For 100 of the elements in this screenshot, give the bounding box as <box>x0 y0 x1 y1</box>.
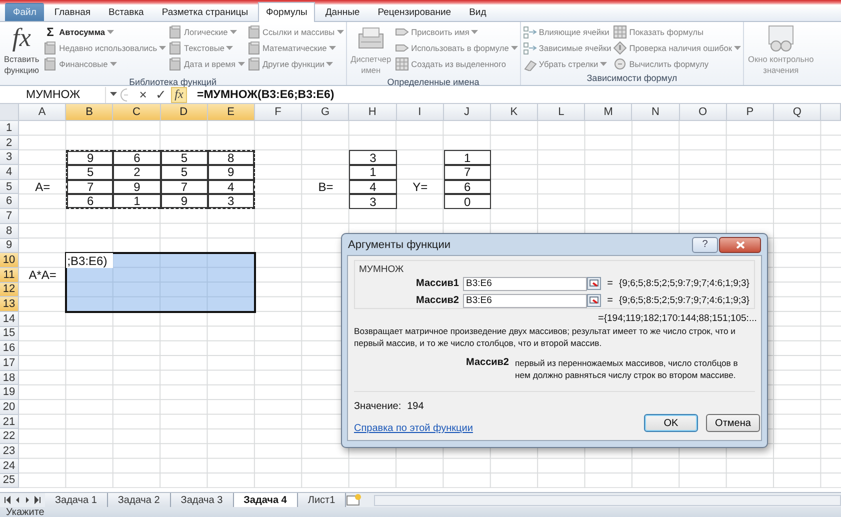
row-header[interactable]: 17 <box>0 356 19 371</box>
range-picker-icon[interactable] <box>587 277 601 290</box>
row-header[interactable]: 21 <box>0 414 19 430</box>
help-link[interactable]: Справка по этой функции <box>354 423 473 434</box>
row-header[interactable]: 12 <box>0 282 19 298</box>
last-sheet-icon[interactable] <box>34 496 41 504</box>
book-icon <box>246 57 260 71</box>
column-header[interactable]: B <box>66 104 114 121</box>
sheet-tab[interactable]: Лист1 <box>298 493 346 507</box>
insert-function-button[interactable]: fx Вставить функцию <box>2 24 42 76</box>
ribbon-tab[interactable]: Данные <box>317 3 368 21</box>
row-header[interactable]: 4 <box>0 165 19 180</box>
sheet-cell: 6 <box>66 194 114 210</box>
row-header[interactable]: 8 <box>0 224 19 238</box>
column-header[interactable]: N <box>632 104 680 121</box>
ribbon-menu-button[interactable]: Σ Автосумма <box>43 24 166 40</box>
argument-field[interactable]: B3:E6 <box>463 294 587 308</box>
equals-sign: = <box>598 312 604 324</box>
row-header[interactable]: 11 <box>0 268 19 283</box>
sheet-tab[interactable]: Задача 3 <box>170 493 234 507</box>
row-header[interactable]: 19 <box>0 385 19 400</box>
sheet-cell-text: B= <box>317 180 334 194</box>
argument-label: Массив2 <box>415 295 460 306</box>
enter-button[interactable]: ✓ <box>153 86 169 102</box>
argument-label: Массив2 <box>466 357 509 370</box>
row-header[interactable]: 25 <box>0 474 19 488</box>
dialog-title: Аргументы функции <box>348 238 452 250</box>
sheet-tab[interactable]: Задача 4 <box>234 493 298 507</box>
sheet-tab[interactable]: Задача 1 <box>45 493 108 507</box>
first-sheet-icon[interactable] <box>4 496 11 504</box>
column-header[interactable]: E <box>208 104 255 121</box>
ribbon-tab[interactable]: Вид <box>461 3 494 21</box>
cancel-button[interactable]: × <box>135 86 151 102</box>
grid-icon <box>613 25 628 39</box>
range-picker-icon[interactable] <box>587 294 601 307</box>
column-header[interactable]: J <box>444 104 491 121</box>
row-header[interactable]: 3 <box>0 150 19 166</box>
row-header[interactable]: 22 <box>0 429 19 444</box>
row-header[interactable]: 2 <box>0 136 19 150</box>
argument-field[interactable]: B3:E6 <box>463 276 587 290</box>
sheet-cell: 3 <box>349 150 396 166</box>
row-header[interactable]: 20 <box>0 400 19 415</box>
sheet-cell: 7 <box>444 165 491 180</box>
row-header[interactable]: 13 <box>0 297 19 312</box>
ribbon-tab[interactable]: Разметка страницы <box>154 3 256 21</box>
row-header[interactable]: 23 <box>0 444 19 459</box>
column-header[interactable]: O <box>680 104 727 121</box>
ribbon-tab[interactable]: Формулы <box>258 2 316 22</box>
row-header[interactable]: 9 <box>0 238 19 254</box>
formula-result: {194;119;182;170:144;88;151;105:... <box>604 312 757 324</box>
row-header[interactable]: 14 <box>0 312 19 327</box>
ribbon-tab[interactable]: Главная <box>46 3 99 21</box>
ok-button[interactable]: OK <box>644 414 698 432</box>
group-title: Определенные имена <box>386 76 480 88</box>
row-header[interactable]: 1 <box>0 121 19 136</box>
column-header[interactable]: P <box>726 104 774 121</box>
cancel-button[interactable]: Отмена <box>706 414 760 432</box>
column-header[interactable]: M <box>585 104 632 121</box>
name-box[interactable]: МУМНОЖ <box>0 86 106 102</box>
column-header[interactable]: C <box>113 104 161 121</box>
book-icon <box>246 41 260 55</box>
row-header[interactable]: 5 <box>0 180 19 194</box>
book-icon <box>246 25 260 39</box>
column-header[interactable]: I <box>396 104 444 121</box>
row-header[interactable]: 18 <box>0 370 19 386</box>
help-button[interactable]: ? <box>692 236 718 252</box>
function-description: Возвращает матричное произведение двух массивов; результат имеет то же число строк, что и первый массив, и то же число столбцов, что и второй массив. <box>354 325 736 349</box>
row-header[interactable]: 6 <box>0 194 19 210</box>
column-header[interactable]: A <box>19 104 66 121</box>
column-header[interactable]: L <box>538 104 586 121</box>
row-header[interactable]: 10 <box>0 253 19 268</box>
sheet-cell: 3 <box>208 194 255 210</box>
row-header[interactable]: 16 <box>0 341 19 356</box>
sheet-cell: 4 <box>349 180 396 194</box>
selected-range[interactable] <box>65 252 256 314</box>
previous-sheet-icon[interactable] <box>14 496 21 504</box>
cell-editor[interactable]: ;B3:E6) <box>66 253 114 268</box>
column-header[interactable]: H <box>349 104 396 121</box>
formula-field[interactable]: =МУМНОЖ(B3:E6;B3:E6) <box>191 88 334 100</box>
sheet-cell: 9 <box>208 165 255 180</box>
horizontal-scrollbar[interactable] <box>374 494 841 506</box>
column-header[interactable]: G <box>302 104 350 121</box>
sheet-cell: 6 <box>113 150 161 166</box>
column-header[interactable]: K <box>490 104 538 121</box>
ribbon-tab[interactable]: Вставка <box>100 3 152 21</box>
column-header[interactable]: D <box>160 104 208 121</box>
sheet-tab[interactable]: Задача 2 <box>108 493 171 507</box>
value-label: Значение: <box>354 401 402 412</box>
row-header[interactable]: 24 <box>0 458 19 474</box>
column-header[interactable]: F <box>254 104 302 121</box>
argument-value: {9;6;5;8:5;2;5;9:7;9;7;4:6;1;9;3} <box>619 295 750 306</box>
sheet-cell: 7 <box>160 180 208 194</box>
column-header[interactable]: Q <box>774 104 822 121</box>
ribbon-tab[interactable]: Рецензирование <box>370 3 460 21</box>
next-sheet-icon[interactable] <box>24 496 31 504</box>
close-button[interactable] <box>719 236 761 252</box>
row-header[interactable]: 7 <box>0 209 19 224</box>
row-header[interactable]: 15 <box>0 326 19 342</box>
insert-function-button[interactable]: fx <box>171 86 187 102</box>
new-sheet-icon[interactable] <box>346 493 362 506</box>
